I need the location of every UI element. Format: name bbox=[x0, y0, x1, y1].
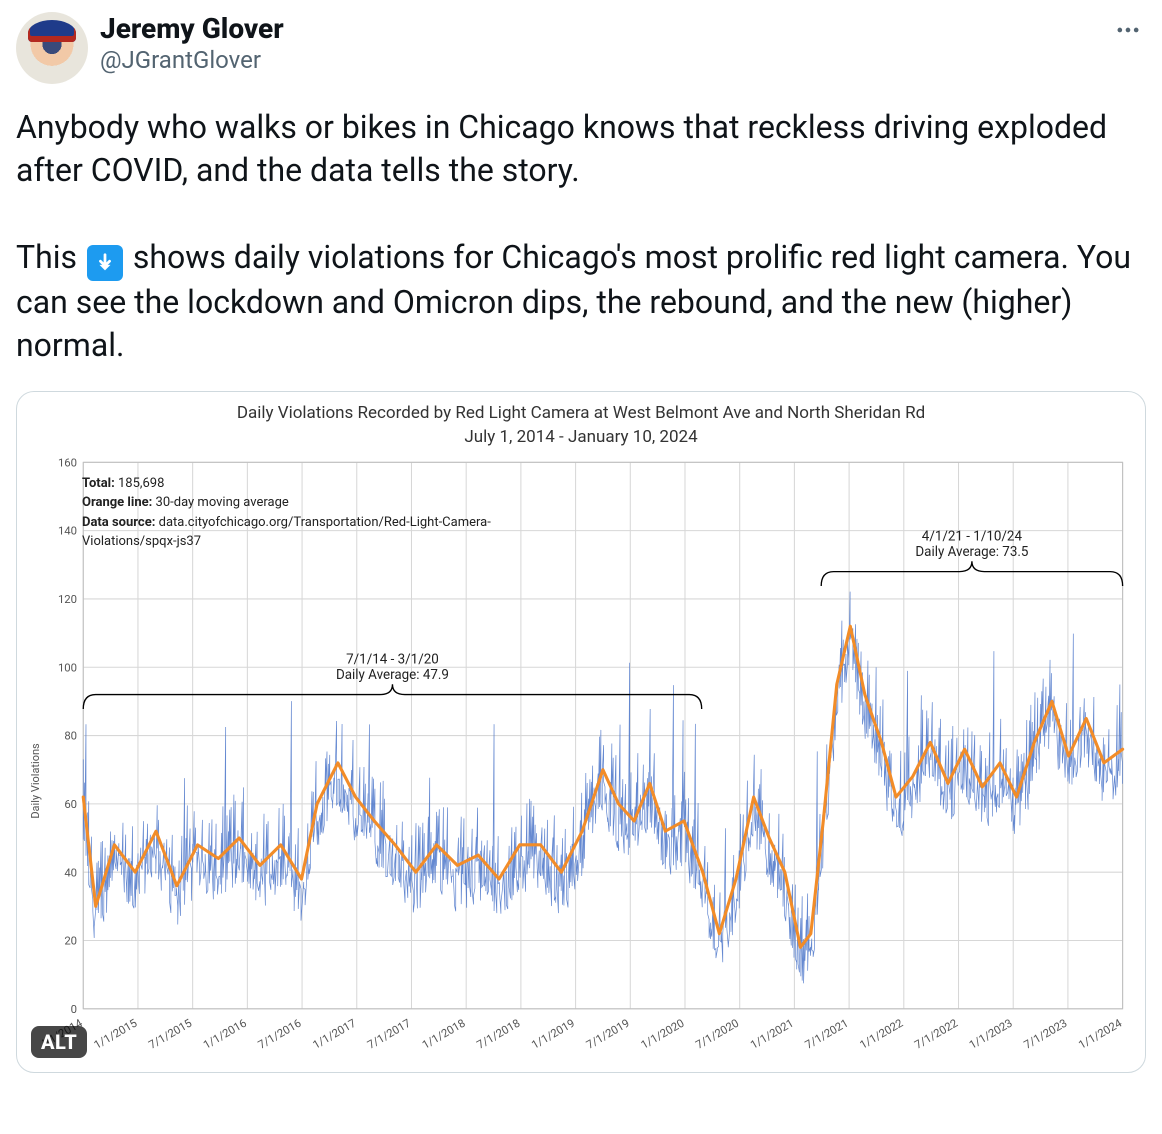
svg-text:7/1/2022: 7/1/2022 bbox=[912, 1015, 960, 1051]
user-names[interactable]: Jeremy Glover @JGrantGlover bbox=[100, 14, 284, 76]
chart-legend: Total: 185,698 Orange line: 30-day movin… bbox=[82, 474, 542, 552]
svg-text:140: 140 bbox=[58, 523, 77, 537]
svg-text:1/1/2023: 1/1/2023 bbox=[967, 1015, 1015, 1051]
svg-text:7/1/2015: 7/1/2015 bbox=[146, 1015, 194, 1051]
svg-text:160: 160 bbox=[58, 455, 77, 469]
tweet-text-part2: shows daily violations for Chicago's mos… bbox=[16, 238, 1139, 364]
svg-text:7/1/2017: 7/1/2017 bbox=[365, 1015, 413, 1051]
chart-card[interactable]: Daily Violations Recorded by Red Light C… bbox=[16, 391, 1146, 1073]
svg-text:60: 60 bbox=[64, 797, 77, 811]
svg-text:4/1/21 - 1/10/24: 4/1/21 - 1/10/24 bbox=[922, 529, 1023, 544]
svg-text:20: 20 bbox=[64, 933, 77, 947]
svg-text:1/1/2017: 1/1/2017 bbox=[310, 1015, 358, 1051]
svg-text:7/1/2021: 7/1/2021 bbox=[802, 1015, 850, 1051]
legend-orange-label: Orange line: bbox=[82, 495, 152, 510]
chart-title: Daily Violations Recorded by Red Light C… bbox=[27, 402, 1135, 450]
svg-text:7/1/2019: 7/1/2019 bbox=[584, 1015, 632, 1051]
legend-orange-value: 30-day moving average bbox=[156, 495, 289, 510]
svg-text:7/1/2020: 7/1/2020 bbox=[693, 1015, 741, 1051]
chart-container: Daily Violations Recorded by Red Light C… bbox=[17, 392, 1145, 1072]
tweet: Jeremy Glover @JGrantGlover Anybody who … bbox=[0, 0, 1162, 1073]
user-handle: @JGrantGlover bbox=[100, 45, 284, 76]
svg-text:120: 120 bbox=[58, 592, 77, 606]
svg-text:1/1/2021: 1/1/2021 bbox=[748, 1015, 796, 1051]
svg-text:1/1/2022: 1/1/2022 bbox=[857, 1015, 905, 1051]
avatar[interactable] bbox=[16, 12, 88, 84]
svg-text:1/1/2018: 1/1/2018 bbox=[419, 1015, 467, 1051]
svg-text:100: 100 bbox=[58, 660, 77, 674]
svg-text:1/1/2024: 1/1/2024 bbox=[1076, 1015, 1125, 1051]
svg-text:1/1/2015: 1/1/2015 bbox=[91, 1015, 139, 1051]
legend-total-label: Total: bbox=[82, 476, 115, 491]
chart-title-line1: Daily Violations Recorded by Red Light C… bbox=[237, 403, 925, 423]
more-icon bbox=[1114, 16, 1142, 44]
legend-source-label: Data source: bbox=[82, 515, 155, 530]
tweet-text: Anybody who walks or bikes in Chicago kn… bbox=[16, 106, 1146, 367]
tweet-header: Jeremy Glover @JGrantGlover bbox=[16, 12, 1146, 84]
svg-text:1/1/2020: 1/1/2020 bbox=[638, 1015, 686, 1051]
alt-badge[interactable]: ALT bbox=[31, 1026, 87, 1058]
display-name: Jeremy Glover bbox=[100, 14, 284, 45]
svg-text:Daily Average: 73.5: Daily Average: 73.5 bbox=[915, 545, 1028, 560]
down-arrow-emoji bbox=[87, 245, 123, 281]
legend-total-value: 185,698 bbox=[118, 476, 164, 491]
svg-text:80: 80 bbox=[64, 728, 77, 742]
chart-title-line2: July 1, 2014 - January 10, 2024 bbox=[464, 427, 697, 447]
svg-text:0: 0 bbox=[71, 1001, 77, 1015]
y-axis-label: Daily Violations bbox=[27, 452, 42, 1071]
svg-text:40: 40 bbox=[64, 865, 77, 879]
svg-text:7/1/2018: 7/1/2018 bbox=[474, 1015, 522, 1051]
chart-plot: 0204060801001201401607/1/20141/1/20157/1… bbox=[42, 452, 1135, 1071]
svg-text:Daily Average: 47.9: Daily Average: 47.9 bbox=[336, 668, 449, 683]
svg-text:7/1/2023: 7/1/2023 bbox=[1021, 1015, 1069, 1051]
more-button[interactable] bbox=[1110, 12, 1146, 48]
svg-text:7/1/14 - 3/1/20: 7/1/14 - 3/1/20 bbox=[346, 652, 439, 667]
svg-text:1/1/2019: 1/1/2019 bbox=[529, 1015, 577, 1051]
svg-text:7/1/2016: 7/1/2016 bbox=[255, 1015, 303, 1051]
svg-text:1/1/2016: 1/1/2016 bbox=[201, 1015, 249, 1051]
